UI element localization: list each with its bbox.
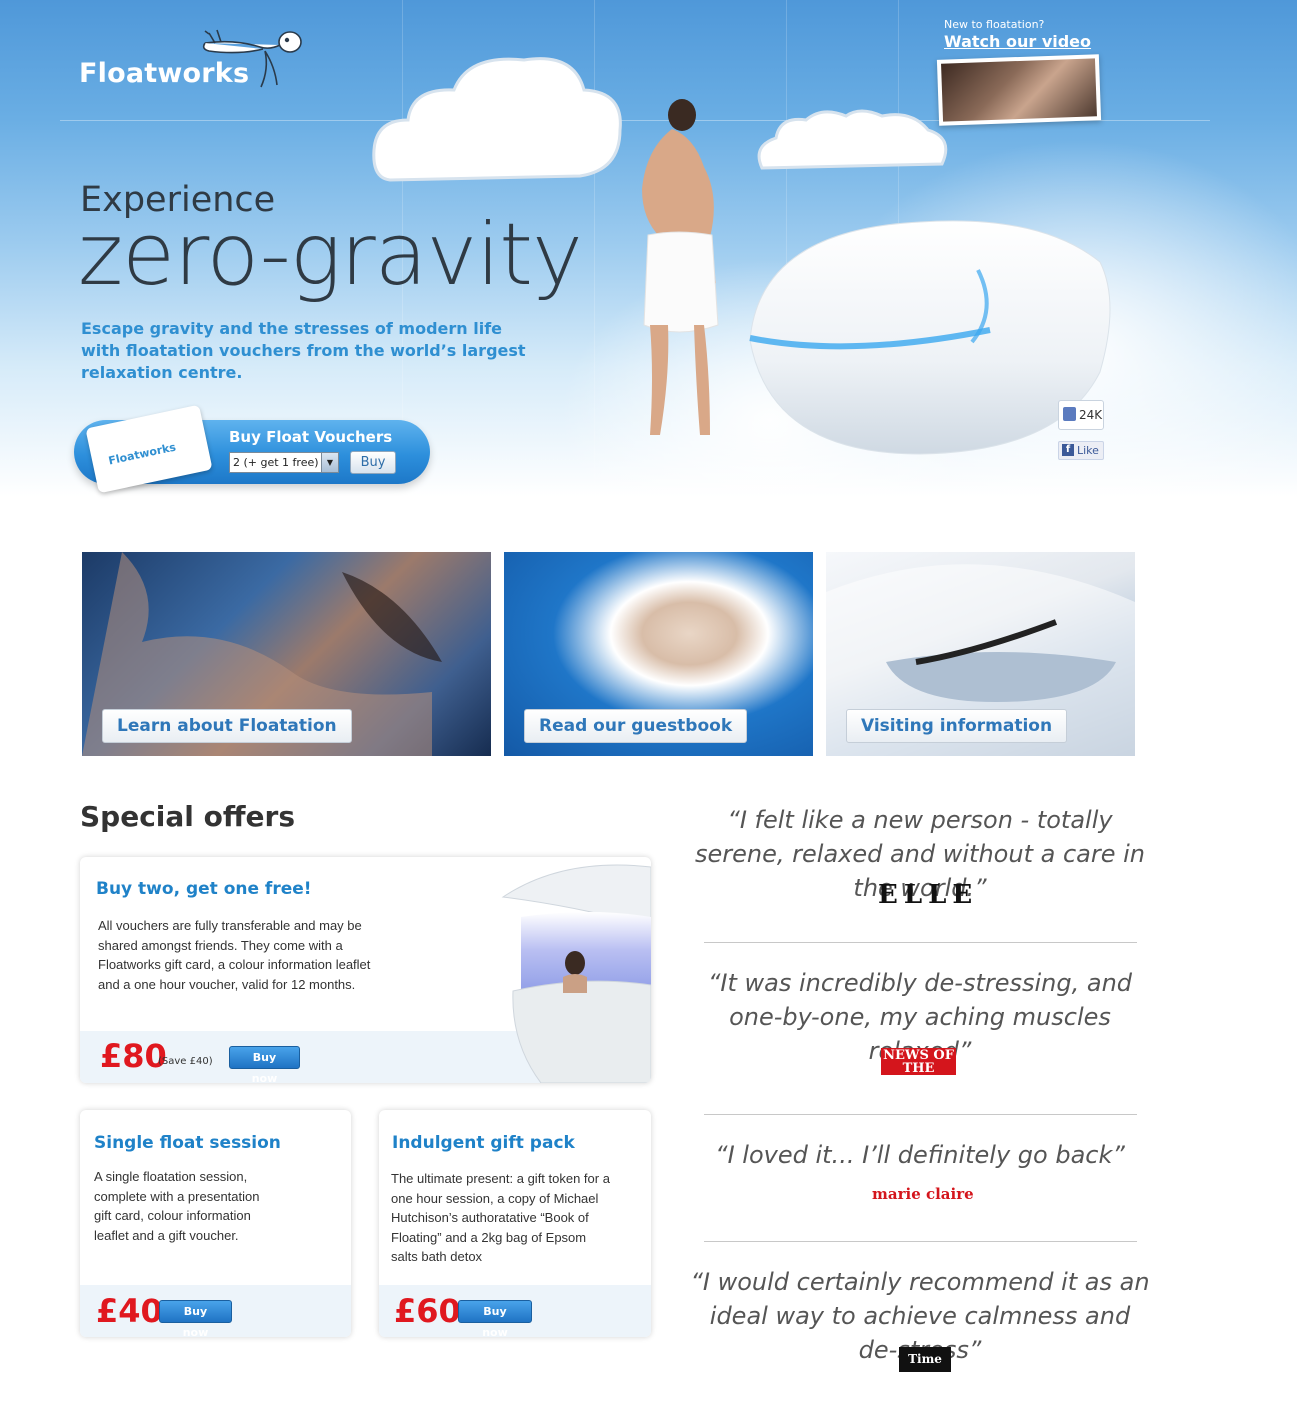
facebook-like-count: 24K [1058,400,1104,430]
hero-tagline: Escape gravity and the stresses of moder… [81,319,526,382]
offer-title: Single float session [94,1133,281,1153]
offer-price: £60 [394,1292,461,1330]
facebook-icon: f [1062,444,1074,456]
offer-card-single-float: Single float session A single floatation… [80,1110,351,1337]
offer-card-gift-pack: Indulgent gift pack The ultimate present… [379,1110,651,1337]
video-thumbnail[interactable] [936,54,1102,126]
quote-divider [704,942,1137,943]
voucher-quantity-select[interactable]: 2 (+ get 1 free) ▼ [229,452,339,473]
testimonial-quote: “I loved it... I’ll definitely go back” [715,1141,1125,1169]
video-kicker: New to floatation? [944,18,1045,31]
offer-description: The ultimate present: a gift token for a… [391,1171,610,1264]
buy-now-button[interactable]: Buy now [159,1300,232,1337]
visiting-information-button[interactable]: Visiting information [846,709,1068,743]
marie-claire-logo: marie claire [872,1185,974,1203]
floating-man-logo-icon [202,29,302,88]
learn-about-floatation-button[interactable]: Learn about Floatation [102,709,352,743]
offer-price: £80 [100,1037,167,1075]
voucher-buy-button[interactable]: Buy [350,451,396,474]
facebook-like-button[interactable]: f Like [1058,441,1104,460]
float-pod-open-image [501,864,651,1083]
hero-banner: Floatworks New to floatation? Watch our … [0,0,1297,540]
news-of-the-world-logo: NEWS OF THE WORLD [881,1048,956,1088]
feature-panel-guestbook[interactable]: Read our guestbook [504,552,813,756]
buy-now-button[interactable]: Buy now [229,1046,300,1083]
feature-panel-floatation[interactable]: Learn about Floatation [82,552,491,756]
cloud-shape [757,109,948,170]
feature-panel-visiting[interactable]: Visiting information [826,552,1135,756]
read-guestbook-button[interactable]: Read our guestbook [524,709,748,743]
offer-card-buy-two: Buy two, get one free! All vouchers are … [80,857,651,1083]
offer-description: A single floatation session, complete wi… [94,1169,260,1243]
offer-saving: (Save £40) [158,1056,213,1067]
time-out-logo: Time Out [899,1347,951,1391]
thumbs-up-icon [1063,407,1076,421]
offer-price: £40 [96,1292,163,1330]
buy-now-button[interactable]: Buy now [458,1300,532,1337]
watch-video-link[interactable]: Watch our video [944,32,1091,51]
woman-in-towel-image [642,99,719,435]
special-offers-heading: Special offers [80,800,296,833]
dropdown-arrow-icon[interactable]: ▼ [321,453,338,472]
elle-logo: ELLE [878,880,979,910]
quote-divider [704,1241,1137,1242]
offer-description: All vouchers are fully transferable and … [98,918,371,992]
hero-headline-big: zero-gravity [78,205,583,305]
cloud-shape [372,57,622,182]
offer-title: Buy two, get one free! [96,879,312,899]
quote-divider [704,1114,1137,1115]
offer-title: Indulgent gift pack [392,1133,575,1153]
voucher-title: Buy Float Vouchers [229,428,393,446]
